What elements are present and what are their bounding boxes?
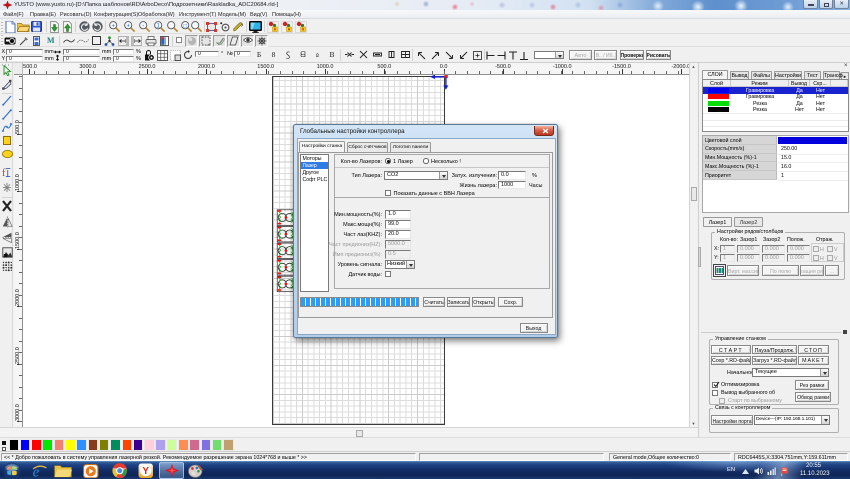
svg-text:+: +	[111, 24, 115, 30]
svg-text:f: f	[2, 168, 6, 178]
svg-text:Y: Y	[142, 466, 149, 477]
svg-text:-: -	[142, 24, 144, 30]
svg-text:□: □	[183, 24, 187, 30]
svg-text:+: +	[126, 24, 130, 30]
